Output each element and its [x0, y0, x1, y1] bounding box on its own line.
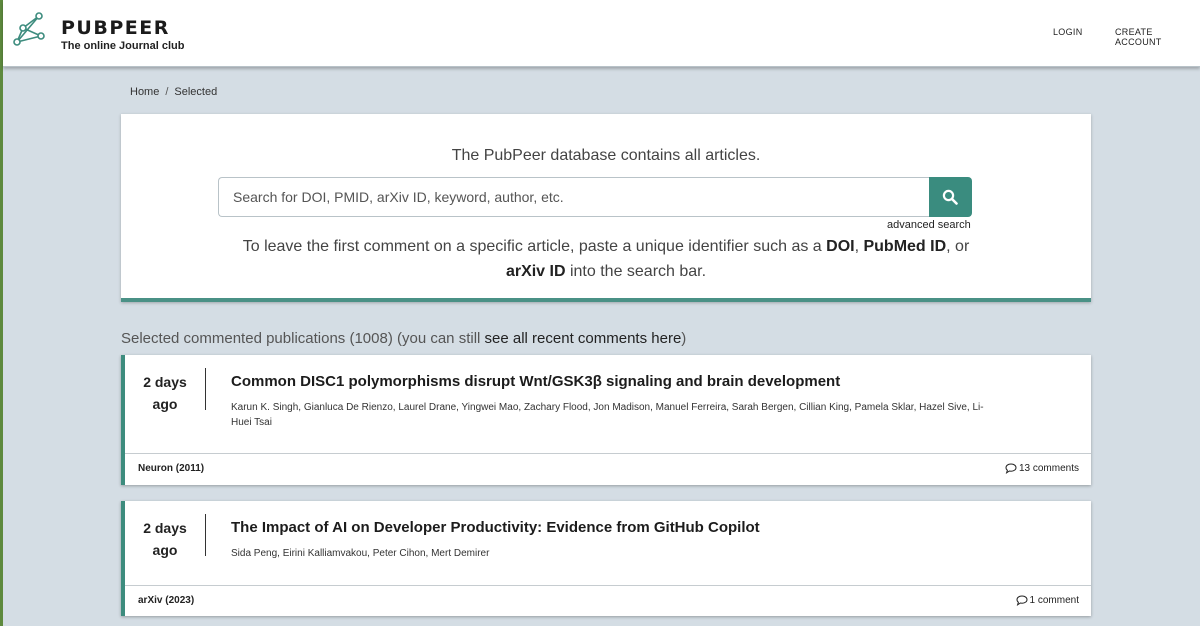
instructions-or: , or	[946, 238, 970, 255]
publication-title[interactable]: The Impact of AI on Developer Productivi…	[231, 519, 760, 536]
breadcrumb-separator: /	[165, 86, 169, 98]
publication-comments-link[interactable]: 1 comment	[1016, 595, 1079, 606]
instructions-doi: DOI	[826, 238, 855, 255]
selected-heading-suffix: )	[681, 330, 687, 347]
publication-time-line2: ago	[152, 542, 178, 558]
publication-footer: arXiv (2023) 1 comment	[125, 585, 1091, 616]
breadcrumb: Home / Selected	[130, 86, 217, 98]
publication-comments-count: 13 comments	[1018, 463, 1079, 474]
publication-comments-link[interactable]: 13 comments	[1005, 463, 1079, 474]
publication-time-line2: ago	[152, 396, 178, 412]
brand-name: PUBPEER	[61, 17, 170, 39]
recent-comments-link[interactable]: see all recent comments here	[485, 330, 682, 347]
publication-title[interactable]: Common DISC1 polymorphisms disrupt Wnt/G…	[231, 373, 840, 390]
advanced-search-link[interactable]: advanced search	[887, 219, 971, 231]
search-button[interactable]	[929, 177, 972, 217]
breadcrumb-current: Selected	[174, 86, 218, 98]
search-instructions: To leave the first comment on a specific…	[211, 234, 1001, 284]
brand[interactable]: PUBPEER The online Journal club	[61, 18, 184, 52]
publication-footer: Neuron (2011) 13 comments	[125, 453, 1091, 485]
instructions-text-end: into the search bar.	[565, 263, 707, 280]
database-description: The PubPeer database contains all articl…	[451, 147, 761, 164]
brand-tagline: The online Journal club	[61, 40, 185, 52]
search-icon	[942, 189, 958, 205]
publication-divider	[205, 368, 206, 410]
publication-authors: Sida Peng, Eirini Kalliamvakou, Peter Ci…	[231, 548, 490, 559]
create-account-link[interactable]: CREATE ACCOUNT	[1115, 27, 1200, 47]
publication-time: 2 days ago	[125, 371, 205, 415]
publication-comments-count: 1 comment	[1029, 595, 1079, 606]
publication-divider	[205, 514, 206, 556]
selected-heading-prefix: Selected commented publications (1008) (…	[121, 330, 485, 347]
login-link[interactable]: LOGIN	[1053, 27, 1083, 37]
publication-time: 2 days ago	[125, 517, 205, 561]
publication-time-line1: 2 days	[143, 374, 187, 390]
search-input[interactable]	[218, 177, 930, 217]
publication-journal: arXiv (2023)	[138, 595, 195, 606]
pubpeer-logo-icon[interactable]	[11, 10, 47, 54]
publication-authors: Karun K. Singh, Gianluca De Rienzo, Laur…	[231, 402, 984, 428]
instructions-pubmed: PubMed ID	[863, 238, 947, 255]
publication-time-line1: 2 days	[143, 520, 187, 536]
top-header: PUBPEER The online Journal club LOGIN CR…	[3, 0, 1200, 67]
publication-journal: Neuron (2011)	[138, 463, 205, 474]
publication-card[interactable]: 2 days ago The Impact of AI on Developer…	[121, 501, 1091, 616]
publication-card[interactable]: 2 days ago Common DISC1 polymorphisms di…	[121, 355, 1091, 485]
instructions-text: To leave the first comment on a specific…	[242, 238, 827, 255]
comment-icon	[1005, 463, 1017, 474]
instructions-arxiv: arXiv ID	[505, 263, 566, 280]
breadcrumb-home[interactable]: Home	[130, 86, 159, 98]
left-edge-bar	[0, 0, 3, 626]
search-card: The PubPeer database contains all articl…	[121, 114, 1091, 302]
selected-heading: Selected commented publications (1008) (…	[121, 330, 686, 347]
comment-icon	[1016, 595, 1028, 606]
